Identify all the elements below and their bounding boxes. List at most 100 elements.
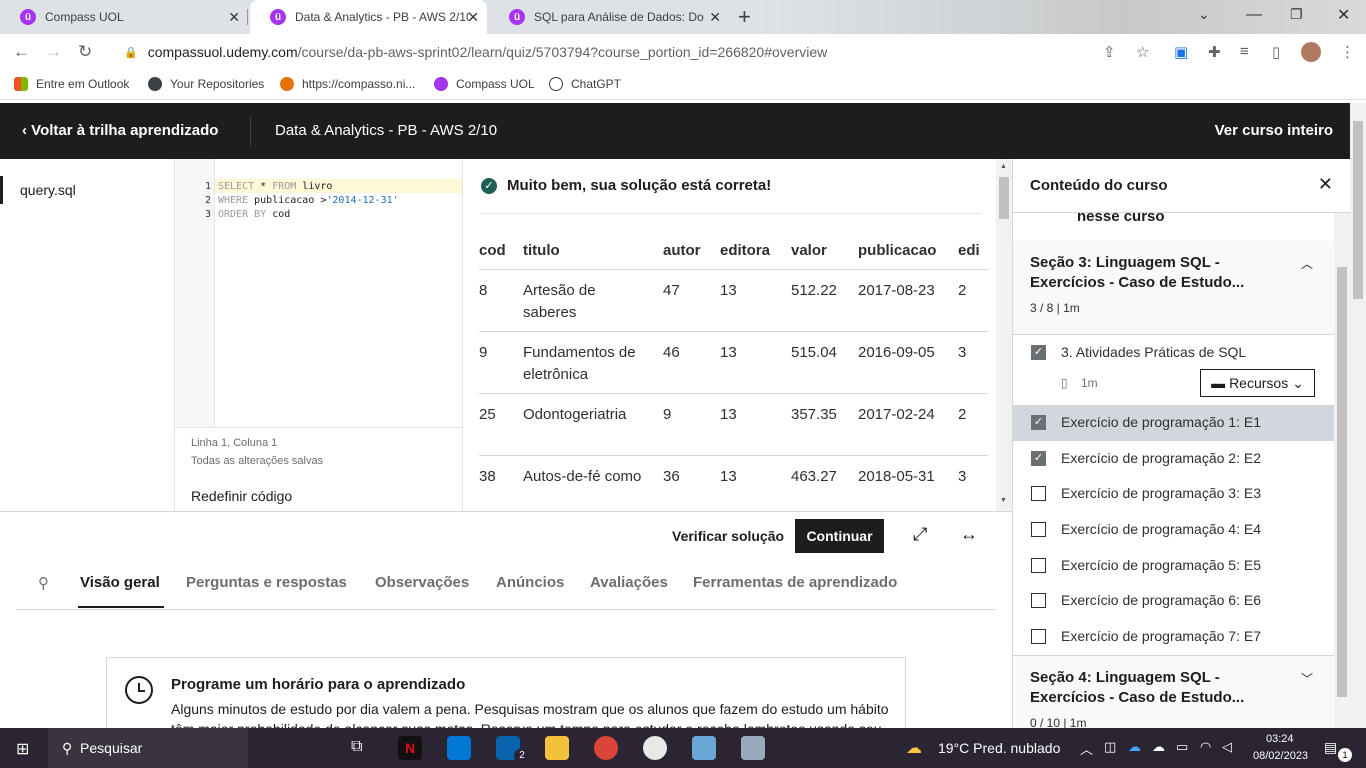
app-icon[interactable] xyxy=(643,736,667,760)
exercise-item-1[interactable]: ✓ Exercício de programação 1: E1 xyxy=(1013,405,1335,441)
code-line-3[interactable]: ORDER BY cod xyxy=(218,209,290,220)
tray-icon[interactable]: ◫ xyxy=(1104,739,1116,755)
widen-view-icon[interactable]: ↔ xyxy=(960,524,978,545)
page-scrollbar[interactable] xyxy=(1350,103,1366,728)
close-tab-icon[interactable]: ✕ xyxy=(709,9,721,26)
close-window-icon[interactable]: ✕ xyxy=(1337,5,1350,25)
restore-icon[interactable]: ❐ xyxy=(1290,6,1303,23)
exercise-label: Exercício de programação 2: E2 xyxy=(1061,450,1261,466)
chevron-up-icon[interactable]: ︿ xyxy=(1301,255,1313,272)
exercise-checkbox[interactable]: ✓ xyxy=(1031,451,1046,466)
exercise-item-5[interactable]: Exercício de programação 5: E5 xyxy=(1013,548,1335,584)
code-line-1[interactable]: SELECT * FROM livro xyxy=(218,181,332,192)
resources-button[interactable]: ▬ Recursos ⌄ xyxy=(1200,369,1315,397)
tab-learning-tools[interactable]: Ferramentas de aprendizado xyxy=(693,574,897,591)
side-panel-icon[interactable]: ▯ xyxy=(1272,43,1280,61)
bookmark-star-icon[interactable]: ☆ xyxy=(1136,43,1149,61)
file-explorer-icon[interactable] xyxy=(545,736,569,760)
close-tab-icon[interactable]: ✕ xyxy=(467,9,479,26)
tab-search-chevron-icon[interactable]: ⌄ xyxy=(1198,6,1210,23)
bookmark-compass-uol[interactable]: Compass UOL xyxy=(434,77,535,91)
windows-start-icon[interactable]: ⊞ xyxy=(16,739,29,759)
bookmark-chatgpt[interactable]: ChatGPT xyxy=(549,77,621,91)
view-full-course-link[interactable]: Ver curso inteiro xyxy=(1215,122,1333,139)
browser-tab-data-analytics[interactable]: ü Data & Analytics - PB - AWS 2/10 ✕ xyxy=(250,0,487,34)
back-to-track-link[interactable]: ‹ Voltar à trilha aprendizado xyxy=(22,122,218,139)
scrollbar-thumb[interactable] xyxy=(999,177,1009,219)
bookmark-repositories[interactable]: Your Repositories xyxy=(148,77,264,91)
continue-button[interactable]: Continuar xyxy=(795,519,884,553)
table-cell: 13 xyxy=(720,269,791,332)
bookmark-compasso[interactable]: https://compasso.ni... xyxy=(280,77,415,91)
exercise-checkbox[interactable] xyxy=(1031,629,1046,644)
share-icon[interactable]: ⇪ xyxy=(1103,43,1116,61)
address-bar[interactable]: 🔒 compassuol.udemy.com/course/da-pb-aws-… xyxy=(110,37,1140,67)
battery-icon[interactable]: ▭ xyxy=(1176,739,1188,755)
weather-text[interactable]: 19°C Pred. nublado xyxy=(938,740,1060,756)
tray-chevron-icon[interactable]: ︿ xyxy=(1080,739,1093,758)
cloud-icon[interactable]: ☁ xyxy=(1152,739,1165,755)
back-arrow-icon[interactable]: ← xyxy=(13,42,30,62)
exercise-checkbox[interactable] xyxy=(1031,558,1046,573)
exercise-checkbox[interactable]: ✓ xyxy=(1031,415,1046,430)
lecture-checkbox[interactable]: ✓ xyxy=(1031,345,1046,360)
profile-avatar[interactable] xyxy=(1301,42,1321,62)
chrome-menu-icon[interactable]: ⋮ xyxy=(1340,43,1355,61)
exercise-item-7[interactable]: Exercício de programação 7: E7 xyxy=(1013,619,1335,655)
new-tab-icon[interactable]: + xyxy=(738,4,751,30)
exercise-checkbox[interactable] xyxy=(1031,593,1046,608)
sidebar-scrollbar[interactable] xyxy=(1334,213,1350,728)
close-tab-icon[interactable]: ✕ xyxy=(228,9,240,26)
clock-time[interactable]: 03:24 xyxy=(1266,733,1294,745)
browser-tab-compass[interactable]: ü Compass UOL ✕ xyxy=(0,0,248,34)
forward-arrow-icon[interactable]: → xyxy=(45,42,62,62)
notification-icon[interactable]: ▤ xyxy=(1324,739,1337,756)
tab-questions-answers[interactable]: Perguntas e respostas xyxy=(186,574,347,591)
code-line-2[interactable]: WHERE publicacao >'2014-12-31' xyxy=(218,195,399,206)
bookmark-outlook[interactable]: Entre em Outlook xyxy=(14,77,129,91)
minimize-icon[interactable]: — xyxy=(1246,6,1262,24)
tab-overview[interactable]: Visão geral xyxy=(78,574,164,608)
tab-announcements[interactable]: Anúncios xyxy=(496,574,564,591)
close-sidebar-icon[interactable]: ✕ xyxy=(1318,174,1333,195)
exercise-item-4[interactable]: Exercício de programação 4: E4 xyxy=(1013,512,1335,548)
scroll-up-icon[interactable]: ▲ xyxy=(1000,163,1007,170)
expand-icon[interactable]: ⤢ xyxy=(913,524,927,545)
scrollbar-thumb[interactable] xyxy=(1353,121,1363,299)
section-3-header[interactable]: Seção 3: Linguagem SQL - Exercícios - Ca… xyxy=(1013,241,1335,335)
exercise-item-6[interactable]: Exercício de programação 6: E6 xyxy=(1013,583,1335,619)
extensions-icon[interactable]: ✚ xyxy=(1208,43,1221,61)
header-divider xyxy=(250,116,251,146)
results-scrollbar[interactable]: ▲ ▼ xyxy=(996,159,1012,511)
reload-icon[interactable]: ↻ xyxy=(78,42,92,62)
scroll-down-icon[interactable]: ▼ xyxy=(1000,497,1007,504)
chevron-down-icon[interactable]: ﹀ xyxy=(1301,670,1313,687)
taskbar-search[interactable]: ⚲ Pesquisar xyxy=(48,728,248,768)
tab-notes[interactable]: Observações xyxy=(375,574,469,591)
code-editor[interactable]: 1 2 3 SELECT * FROM livro WHERE publicac… xyxy=(175,159,462,427)
volume-icon[interactable]: ◁ xyxy=(1222,739,1232,755)
translate-icon[interactable]: ▣ xyxy=(1174,43,1188,61)
store-icon[interactable] xyxy=(447,736,471,760)
file-query-sql[interactable]: query.sql xyxy=(0,176,175,204)
netflix-icon[interactable]: N xyxy=(398,736,422,760)
task-view-icon[interactable]: ⧉ xyxy=(351,738,362,756)
reset-code-button[interactable]: Redefinir código xyxy=(191,488,292,504)
app-icon[interactable] xyxy=(741,736,765,760)
app-icon[interactable] xyxy=(692,736,716,760)
scrollbar-thumb[interactable] xyxy=(1337,267,1347,697)
exercise-checkbox[interactable] xyxy=(1031,522,1046,537)
search-icon[interactable]: ⚲ xyxy=(38,574,49,592)
reading-list-icon[interactable]: ≡ xyxy=(1240,43,1249,60)
exercise-item-3[interactable]: Exercício de programação 3: E3 xyxy=(1013,476,1335,512)
wifi-icon[interactable]: ◠ xyxy=(1200,739,1211,755)
clock-date[interactable]: 08/02/2023 xyxy=(1253,750,1308,762)
section-4-header[interactable]: Seção 4: Linguagem SQL - Exercícios - Ca… xyxy=(1013,655,1335,728)
exercise-checkbox[interactable] xyxy=(1031,486,1046,501)
tab-reviews[interactable]: Avaliações xyxy=(590,574,668,591)
onedrive-icon[interactable]: ☁ xyxy=(1128,739,1141,755)
browser-tab-sql[interactable]: ü SQL para Análise de Dados: Do ✕ xyxy=(489,0,729,34)
exercise-item-2[interactable]: ✓ Exercício de programação 2: E2 xyxy=(1013,441,1335,477)
verify-solution-button[interactable]: Verificar solução xyxy=(672,528,784,544)
chrome-icon[interactable] xyxy=(594,736,618,760)
